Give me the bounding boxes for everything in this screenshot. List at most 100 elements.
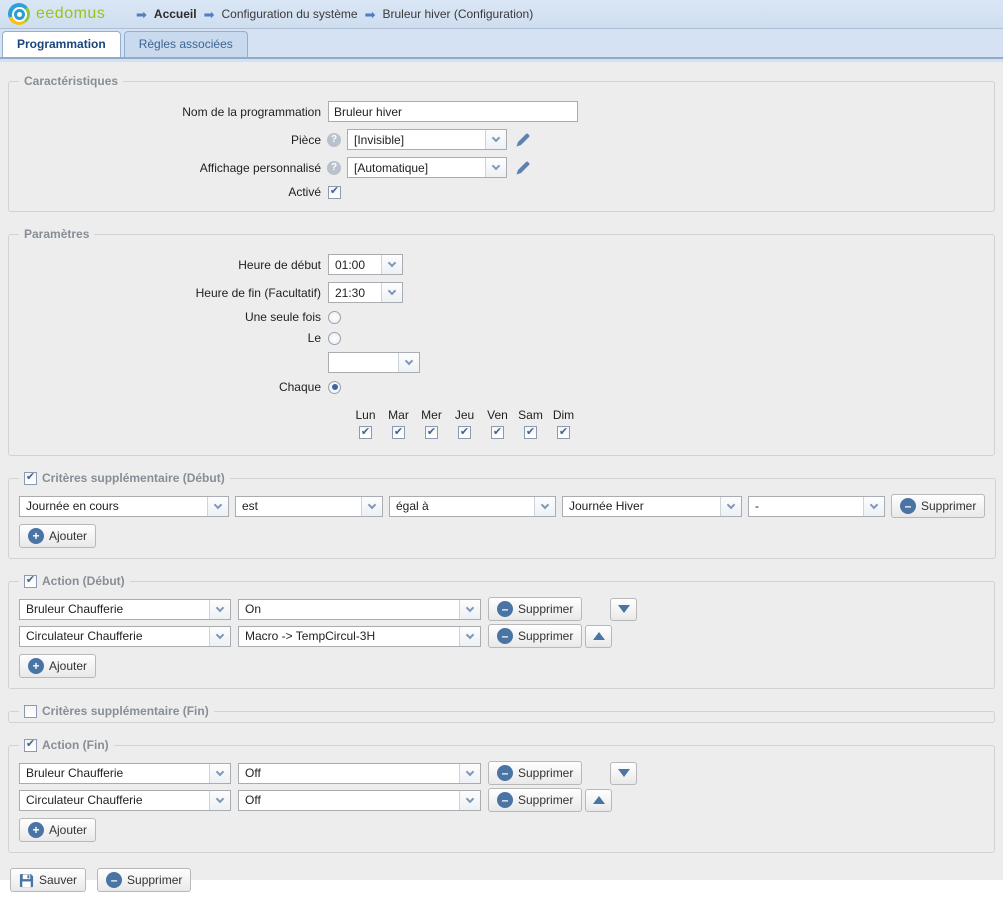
chevron-down-icon[interactable] bbox=[485, 130, 506, 149]
breadcrumb-arrow-icon: ➡ bbox=[136, 8, 147, 21]
tab-regles-associees[interactable]: Règles associées bbox=[124, 31, 248, 57]
chevron-down-icon[interactable] bbox=[459, 791, 480, 810]
move-action-down-button[interactable] bbox=[610, 762, 637, 785]
app-header: eedomus ➡ Accueil ➡ Configuration du sys… bbox=[0, 0, 1003, 29]
chevron-down-icon[interactable] bbox=[459, 627, 480, 646]
chevron-down-icon[interactable] bbox=[209, 627, 230, 646]
criteria-operator-select[interactable]: égal à bbox=[389, 496, 556, 517]
delete-action-button[interactable]: – Supprimer bbox=[488, 788, 582, 812]
add-action-button[interactable]: + Ajouter bbox=[19, 818, 96, 842]
action-row: Circulateur Chaufferie Macro -> TempCirc… bbox=[19, 624, 984, 648]
once-radio[interactable] bbox=[328, 311, 341, 324]
room-select[interactable]: [Invisible] bbox=[347, 129, 507, 150]
help-icon[interactable]: ? bbox=[327, 161, 341, 175]
action-value-select[interactable]: On bbox=[238, 599, 481, 620]
add-criteria-button[interactable]: + Ajouter bbox=[19, 524, 96, 548]
plus-icon: + bbox=[28, 822, 44, 838]
chevron-down-icon[interactable] bbox=[398, 353, 419, 372]
delete-programmation-button[interactable]: – Supprimer bbox=[97, 868, 191, 892]
breadcrumb-config-link[interactable]: Configuration du système bbox=[222, 7, 358, 21]
logo-text: eedomus bbox=[36, 5, 105, 23]
chevron-down-icon[interactable] bbox=[381, 255, 402, 274]
minus-icon: – bbox=[106, 872, 122, 888]
chevron-down-icon[interactable] bbox=[459, 764, 480, 783]
criteria-source-select[interactable]: Journée en cours bbox=[19, 496, 229, 517]
day-wednesday-checkbox[interactable] bbox=[425, 426, 438, 439]
action-fin-checkbox[interactable] bbox=[24, 739, 37, 752]
weekday-checkbox-group: Lun Mar Mer Jeu Ven Sam Dim bbox=[349, 408, 984, 439]
delete-action-button[interactable]: – Supprimer bbox=[488, 597, 582, 621]
enabled-checkbox[interactable] bbox=[328, 186, 341, 199]
date-select[interactable] bbox=[328, 352, 420, 373]
section-action-fin: Action (Fin) Bruleur Chaufferie Off – Su… bbox=[8, 738, 995, 853]
end-time-label: Heure de fin (Facultatif) bbox=[19, 286, 321, 300]
section-criteres-fin-legend: Critères supplémentaire (Fin) bbox=[42, 704, 209, 718]
chevron-down-icon[interactable] bbox=[485, 158, 506, 177]
chevron-down-icon[interactable] bbox=[534, 497, 555, 516]
chevron-down-icon[interactable] bbox=[209, 764, 230, 783]
move-action-down-button[interactable] bbox=[610, 598, 637, 621]
breadcrumb-arrow-icon: ➡ bbox=[204, 8, 215, 21]
plus-icon: + bbox=[28, 528, 44, 544]
display-select[interactable]: [Automatique] bbox=[347, 157, 507, 178]
action-debut-checkbox[interactable] bbox=[24, 575, 37, 588]
criteres-fin-checkbox[interactable] bbox=[24, 705, 37, 718]
day-label: Mar bbox=[388, 408, 409, 422]
day-sunday-checkbox[interactable] bbox=[557, 426, 570, 439]
action-value-select[interactable]: Off bbox=[238, 790, 481, 811]
criteria-verb-select[interactable]: est bbox=[235, 496, 383, 517]
action-row: Bruleur Chaufferie On – Supprimer bbox=[19, 597, 984, 621]
section-criteres-debut: Critères supplémentaire (Début) Journée … bbox=[8, 471, 996, 559]
chevron-down-icon[interactable] bbox=[381, 283, 402, 302]
criteria-value-select[interactable]: Journée Hiver bbox=[562, 496, 742, 517]
edit-display-icon[interactable] bbox=[515, 160, 531, 176]
chevron-down-icon[interactable] bbox=[207, 497, 228, 516]
day-label: Jeu bbox=[455, 408, 474, 422]
chevron-down-icon[interactable] bbox=[863, 497, 884, 516]
arrow-down-icon bbox=[618, 605, 630, 613]
day-tuesday-checkbox[interactable] bbox=[392, 426, 405, 439]
edit-room-icon[interactable] bbox=[515, 132, 531, 148]
action-device-select[interactable]: Circulateur Chaufferie bbox=[19, 626, 231, 647]
delete-criteria-button[interactable]: – Supprimer bbox=[891, 494, 985, 518]
add-action-button[interactable]: + Ajouter bbox=[19, 654, 96, 678]
action-device-select[interactable]: Bruleur Chaufferie bbox=[19, 763, 231, 784]
end-time-select[interactable]: 21:30 bbox=[328, 282, 403, 303]
chevron-down-icon[interactable] bbox=[720, 497, 741, 516]
tab-programmation[interactable]: Programmation bbox=[2, 31, 121, 57]
section-parametres-legend: Paramètres bbox=[19, 227, 94, 241]
on-date-label: Le bbox=[19, 331, 321, 345]
delete-action-button[interactable]: – Supprimer bbox=[488, 624, 582, 648]
save-button[interactable]: Sauver bbox=[10, 868, 86, 892]
programmation-name-input[interactable] bbox=[328, 101, 578, 122]
day-saturday-checkbox[interactable] bbox=[524, 426, 537, 439]
action-value-select[interactable]: Macro -> TempCircul-3H bbox=[238, 626, 481, 647]
delete-action-button[interactable]: – Supprimer bbox=[488, 761, 582, 785]
move-action-up-button[interactable] bbox=[585, 625, 612, 648]
start-time-label: Heure de début bbox=[19, 258, 321, 272]
eedomus-logo-icon bbox=[8, 3, 30, 25]
start-time-select[interactable]: 01:00 bbox=[328, 254, 403, 275]
help-icon[interactable]: ? bbox=[327, 133, 341, 147]
chevron-down-icon[interactable] bbox=[361, 497, 382, 516]
criteria-extra-select[interactable]: - bbox=[748, 496, 885, 517]
criteres-debut-checkbox[interactable] bbox=[24, 472, 37, 485]
chevron-down-icon[interactable] bbox=[209, 600, 230, 619]
action-device-select[interactable]: Bruleur Chaufferie bbox=[19, 599, 231, 620]
breadcrumb-current-page: Bruleur hiver (Configuration) bbox=[382, 7, 533, 21]
chevron-down-icon[interactable] bbox=[459, 600, 480, 619]
breadcrumb-home-link[interactable]: Accueil bbox=[154, 7, 197, 21]
on-date-radio[interactable] bbox=[328, 332, 341, 345]
section-caracteristiques: Caractéristiques Nom de la programmation… bbox=[8, 74, 995, 212]
move-action-up-button[interactable] bbox=[585, 789, 612, 812]
day-friday-checkbox[interactable] bbox=[491, 426, 504, 439]
day-thursday-checkbox[interactable] bbox=[458, 426, 471, 439]
section-action-fin-legend: Action (Fin) bbox=[42, 738, 109, 752]
chevron-down-icon[interactable] bbox=[209, 791, 230, 810]
eedomus-logo[interactable]: eedomus bbox=[8, 3, 118, 25]
action-device-select[interactable]: Circulateur Chaufferie bbox=[19, 790, 231, 811]
action-value-select[interactable]: Off bbox=[238, 763, 481, 784]
day-monday-checkbox[interactable] bbox=[359, 426, 372, 439]
arrow-up-icon bbox=[593, 632, 605, 640]
every-radio[interactable] bbox=[328, 381, 341, 394]
